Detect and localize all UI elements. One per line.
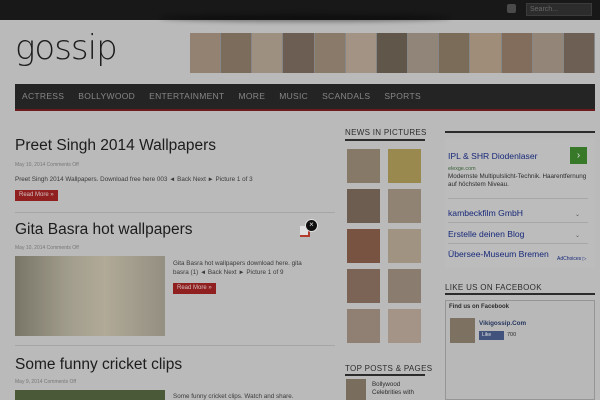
news-pictures-heading: NEWS IN PICTURES xyxy=(345,128,427,137)
ad-title[interactable]: Erstelle deinen Blog xyxy=(448,229,524,239)
post-excerpt: Gita Basra hot wallpapers download here.… xyxy=(173,260,302,276)
top-post-link[interactable]: Bollywood Celebrities with xyxy=(372,381,427,397)
nav-item-more[interactable]: MORE xyxy=(231,84,272,109)
facebook-like-button[interactable]: Like xyxy=(479,331,504,340)
nav-item-bollywood[interactable]: BOLLYWOOD xyxy=(71,84,142,109)
nav-item-sports[interactable]: SPORTS xyxy=(377,84,428,109)
post-excerpt: Preet Singh 2014 Wallpapers. Download fr… xyxy=(15,176,253,183)
facebook-page-name[interactable]: Vikigossip.Com xyxy=(479,320,526,327)
search-input[interactable]: Search... xyxy=(526,3,592,16)
site-logo[interactable]: gossip xyxy=(15,28,118,68)
banner-photo xyxy=(563,33,596,73)
facebook-page-avatar[interactable] xyxy=(450,318,475,343)
nav-item-actress[interactable]: ACTRESS xyxy=(15,84,71,109)
ad-divider xyxy=(448,198,588,199)
close-icon[interactable]: × xyxy=(305,219,318,232)
news-picture[interactable] xyxy=(347,269,380,303)
banner-photo xyxy=(376,33,409,73)
banner-photo xyxy=(190,33,222,73)
post-title[interactable]: Preet Singh 2014 Wallpapers xyxy=(15,137,216,155)
top-shadow xyxy=(160,14,450,22)
post-meta: May 9, 2014 Comments Off xyxy=(15,379,77,385)
post-thumbnail[interactable] xyxy=(15,256,165,336)
adchoices-link[interactable]: AdChoices ▷ xyxy=(557,256,586,262)
banner-photo xyxy=(221,33,253,73)
ad-divider xyxy=(448,222,588,223)
banner-photo xyxy=(501,33,533,73)
section-rule xyxy=(345,374,425,376)
section-rule xyxy=(445,293,595,295)
ad-title[interactable]: kambeckfilm GmbH xyxy=(448,208,523,218)
top-post-thumbnail[interactable] xyxy=(346,379,366,400)
news-picture[interactable] xyxy=(347,189,380,223)
news-picture[interactable] xyxy=(347,309,380,343)
banner-photo xyxy=(470,33,502,73)
news-picture[interactable] xyxy=(388,149,421,183)
news-picture[interactable] xyxy=(388,189,421,223)
nav-item-scandals[interactable]: SCANDALS xyxy=(315,84,377,109)
facebook-box-title: Find us on Facebook xyxy=(449,304,510,310)
post-divider xyxy=(15,212,335,213)
facebook-heading: LIKE US ON FACEBOOK xyxy=(445,283,542,292)
rss-icon[interactable] xyxy=(507,4,516,13)
header-banner[interactable] xyxy=(190,33,596,73)
section-rule xyxy=(345,139,425,141)
banner-photo xyxy=(283,33,315,73)
post-meta: May 10, 2014 Comments Off xyxy=(15,245,79,251)
facebook-widget xyxy=(445,300,595,400)
ad-url[interactable]: elexge.com xyxy=(448,166,476,172)
main-nav: ACTRESS BOLLYWOOD ENTERTAINMENT MORE MUS… xyxy=(15,84,595,111)
banner-photo xyxy=(532,33,564,73)
post-title[interactable]: Some funny cricket clips xyxy=(15,356,182,374)
read-more-button[interactable]: Read More » xyxy=(15,190,58,201)
ad-title[interactable]: Übersee-Museum Bremen xyxy=(448,249,549,259)
facebook-like-count: 700 xyxy=(507,332,517,338)
nav-item-music[interactable]: MUSIC xyxy=(272,84,315,109)
news-picture[interactable] xyxy=(347,149,380,183)
post-thumbnail[interactable] xyxy=(15,390,165,400)
news-picture[interactable] xyxy=(388,309,421,343)
banner-photo xyxy=(408,33,440,73)
ad-divider xyxy=(448,243,588,244)
chevron-down-icon[interactable]: ⌄ xyxy=(575,232,580,239)
post-divider xyxy=(15,345,335,346)
post-meta: May 10, 2014 Comments Off xyxy=(15,162,79,168)
news-picture[interactable] xyxy=(388,229,421,263)
post-title[interactable]: Gita Basra hot wallpapers xyxy=(15,221,192,239)
post-excerpt: Some funny cricket clips. Watch and shar… xyxy=(173,393,294,400)
ad-title[interactable]: IPL & SHR Diodenlaser xyxy=(448,151,537,161)
read-more-button[interactable]: Read More » xyxy=(173,283,216,294)
banner-photo xyxy=(314,33,346,73)
top-posts-heading: TOP POSTS & PAGES xyxy=(345,364,433,373)
banner-photo xyxy=(439,33,471,73)
ad-arrow-icon[interactable]: › xyxy=(570,147,587,164)
news-picture[interactable] xyxy=(388,269,421,303)
banner-photo xyxy=(252,33,284,73)
nav-item-entertainment[interactable]: ENTERTAINMENT xyxy=(142,84,231,109)
chevron-down-icon[interactable]: ⌄ xyxy=(575,211,580,218)
ad-description: Modernste Multipulslicht-Technik. Haaren… xyxy=(448,173,587,188)
banner-photo xyxy=(345,33,377,73)
news-picture[interactable] xyxy=(347,229,380,263)
section-rule xyxy=(445,131,595,133)
